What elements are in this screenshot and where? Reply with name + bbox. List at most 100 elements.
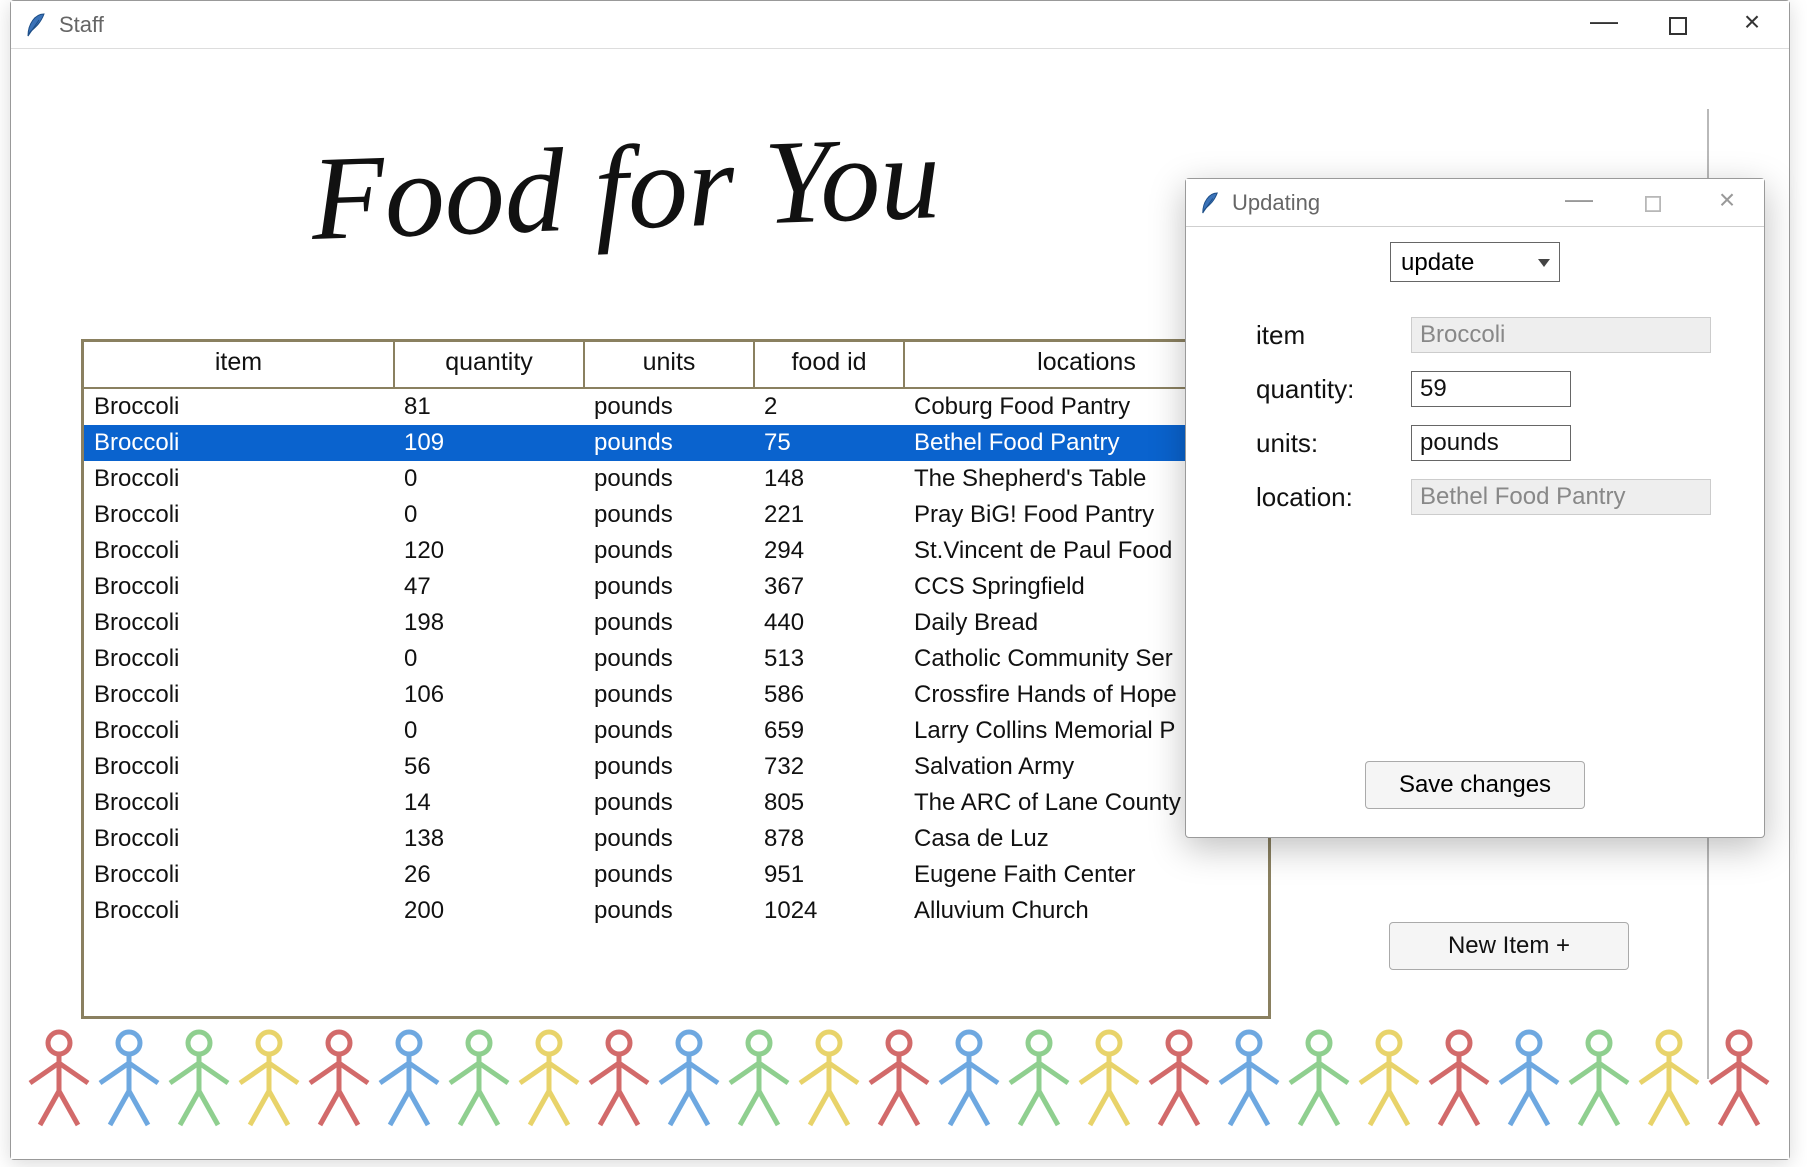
table-row[interactable]: Broccoli47pounds367CCS Springfield xyxy=(84,569,1268,605)
person-icon xyxy=(866,1029,932,1129)
table-row[interactable]: Broccoli0pounds513Catholic Community Ser xyxy=(84,641,1268,677)
col-header-item[interactable]: item xyxy=(84,342,394,388)
cell: 26 xyxy=(394,857,584,893)
action-select-wrap: update xyxy=(1390,242,1560,282)
people-footer xyxy=(26,1029,1774,1139)
table-row[interactable]: Broccoli0pounds221Pray BiG! Food Pantry xyxy=(84,497,1268,533)
cell: 805 xyxy=(754,785,904,821)
table-row[interactable]: Broccoli56pounds732Salvation Army xyxy=(84,749,1268,785)
person-icon xyxy=(96,1029,162,1129)
cell: 0 xyxy=(394,641,584,677)
person-icon xyxy=(586,1029,652,1129)
person-icon xyxy=(1076,1029,1142,1129)
person-icon xyxy=(446,1029,512,1129)
table-row[interactable]: Broccoli120pounds294St.Vincent de Paul F… xyxy=(84,533,1268,569)
cell: Broccoli xyxy=(84,605,394,641)
person-icon xyxy=(306,1029,372,1129)
cell: 109 xyxy=(394,425,584,461)
person-icon xyxy=(1706,1029,1772,1129)
table-row[interactable]: Broccoli138pounds878Casa de Luz xyxy=(84,821,1268,857)
person-icon xyxy=(26,1029,92,1129)
popup-close-button[interactable]: × xyxy=(1704,190,1750,216)
cell: Broccoli xyxy=(84,821,394,857)
person-icon xyxy=(1216,1029,1282,1129)
cell: 2 xyxy=(754,388,904,425)
cell: pounds xyxy=(584,605,754,641)
cell: pounds xyxy=(584,388,754,425)
cell: Broccoli xyxy=(84,785,394,821)
close-button[interactable]: × xyxy=(1729,12,1775,38)
cell: 0 xyxy=(394,497,584,533)
feather-icon xyxy=(1200,191,1220,215)
save-changes-button[interactable]: Save changes xyxy=(1365,761,1585,809)
cell: 221 xyxy=(754,497,904,533)
table-row[interactable]: Broccoli81pounds2Coburg Food Pantry xyxy=(84,388,1268,425)
popup-minimize-button[interactable]: — xyxy=(1556,190,1602,216)
cell: Broccoli xyxy=(84,713,394,749)
col-header-foodid[interactable]: food id xyxy=(754,342,904,388)
minimize-button[interactable]: — xyxy=(1581,12,1627,38)
table-row[interactable]: Broccoli198pounds440Daily Bread xyxy=(84,605,1268,641)
units-field[interactable] xyxy=(1411,425,1571,461)
cell: pounds xyxy=(584,821,754,857)
cell: 878 xyxy=(754,821,904,857)
popup-maximize-button[interactable] xyxy=(1630,190,1676,216)
table-row[interactable]: Broccoli14pounds805The ARC of Lane Count… xyxy=(84,785,1268,821)
cell: 200 xyxy=(394,893,584,929)
cell: 47 xyxy=(394,569,584,605)
popup-titlebar: Updating — × xyxy=(1186,179,1764,227)
location-field xyxy=(1411,479,1711,515)
table-row[interactable]: Broccoli109pounds75Bethel Food Pantry xyxy=(84,425,1268,461)
cell: 0 xyxy=(394,713,584,749)
table-row[interactable]: Broccoli0pounds659Larry Collins Memorial… xyxy=(84,713,1268,749)
quantity-field[interactable] xyxy=(1411,371,1571,407)
window-title: Staff xyxy=(59,12,104,38)
cell: pounds xyxy=(584,677,754,713)
table-row[interactable]: Broccoli26pounds951Eugene Faith Center xyxy=(84,857,1268,893)
person-icon xyxy=(1006,1029,1072,1129)
main-titlebar: Staff — × xyxy=(11,1,1789,49)
person-icon xyxy=(516,1029,582,1129)
col-header-quantity[interactable]: quantity xyxy=(394,342,584,388)
cell: 294 xyxy=(754,533,904,569)
cell: Broccoli xyxy=(84,893,394,929)
table-row[interactable]: Broccoli106pounds586Crossfire Hands of H… xyxy=(84,677,1268,713)
cell: Broccoli xyxy=(84,533,394,569)
cell: Broccoli xyxy=(84,857,394,893)
logo-title: Food for You xyxy=(309,108,942,268)
cell: 120 xyxy=(394,533,584,569)
cell: 14 xyxy=(394,785,584,821)
cell: Broccoli xyxy=(84,569,394,605)
cell: 367 xyxy=(754,569,904,605)
label-units: units: xyxy=(1256,428,1401,459)
cell: pounds xyxy=(584,713,754,749)
table-row[interactable]: Broccoli0pounds148The Shepherd's Table xyxy=(84,461,1268,497)
person-icon xyxy=(1496,1029,1562,1129)
cell: 440 xyxy=(754,605,904,641)
cell: pounds xyxy=(584,749,754,785)
person-icon xyxy=(726,1029,792,1129)
action-select[interactable]: update xyxy=(1390,242,1560,282)
person-icon xyxy=(796,1029,862,1129)
cell: pounds xyxy=(584,497,754,533)
table-row[interactable]: Broccoli200pounds1024Alluvium Church xyxy=(84,893,1268,929)
col-header-units[interactable]: units xyxy=(584,342,754,388)
cell: 586 xyxy=(754,677,904,713)
new-item-button[interactable]: New Item + xyxy=(1389,922,1629,970)
cell: 81 xyxy=(394,388,584,425)
cell: Broccoli xyxy=(84,749,394,785)
food-table: item quantity units food id locations Br… xyxy=(81,339,1271,1019)
cell: 75 xyxy=(754,425,904,461)
cell: pounds xyxy=(584,857,754,893)
maximize-button[interactable] xyxy=(1655,12,1701,38)
cell: 138 xyxy=(394,821,584,857)
label-quantity: quantity: xyxy=(1256,374,1401,405)
person-icon xyxy=(376,1029,442,1129)
update-popup: Updating — × update item quantity: uni xyxy=(1185,178,1765,838)
cell: pounds xyxy=(584,893,754,929)
cell: pounds xyxy=(584,641,754,677)
cell: 0 xyxy=(394,461,584,497)
label-item: item xyxy=(1256,320,1401,351)
cell: Broccoli xyxy=(84,461,394,497)
person-icon xyxy=(1356,1029,1422,1129)
